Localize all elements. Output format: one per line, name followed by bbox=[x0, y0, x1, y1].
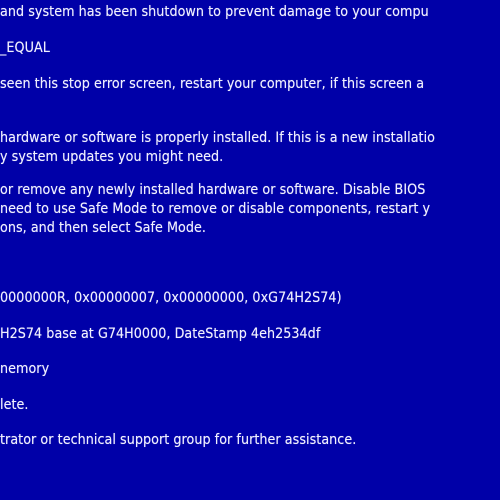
safe-mode-line: need to use Safe Mode to remove or disab… bbox=[0, 201, 431, 217]
dump-memory-line: nemory bbox=[0, 361, 50, 377]
remove-hardware-line: or remove any newly installed hardware o… bbox=[0, 182, 426, 198]
shutdown-message-line: and system has been shutdown to prevent … bbox=[0, 4, 429, 20]
dump-complete-line: lete. bbox=[0, 397, 29, 413]
contact-admin-line: trator or technical support group for fu… bbox=[0, 432, 357, 448]
stop-parameters-line: 0000000R, 0x00000007, 0x00000000, 0xG74H… bbox=[0, 290, 342, 306]
hardware-check-line: hardware or software is properly install… bbox=[0, 130, 436, 146]
select-safe-mode-line: ons, and then select Safe Mode. bbox=[0, 220, 207, 236]
driver-base-line: H2S74 base at G74H0000, DateStamp 4eh253… bbox=[0, 326, 321, 342]
bsod-screen: and system has been shutdown to prevent … bbox=[0, 0, 500, 500]
system-updates-line: y system updates you might need. bbox=[0, 149, 224, 165]
restart-advice-line: seen this stop error screen, restart you… bbox=[0, 76, 425, 92]
error-code-line: _EQUAL bbox=[0, 40, 50, 56]
